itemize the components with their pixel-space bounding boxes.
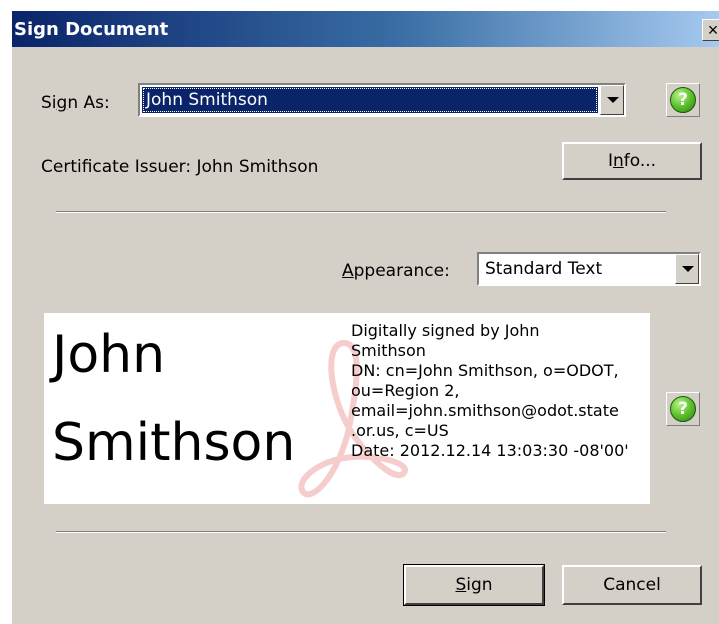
close-icon: × [707,20,719,40]
signature-detail-line: Date: 2012.12.14 13:03:30 -08'00' [351,441,629,460]
sign-document-dialog: Sign Document × Sign As: John Smithson ?… [11,10,719,624]
help-icon: ? [670,396,696,422]
signature-detail-line: DN: cn=John Smithson, o=ODOT, [351,361,619,380]
signature-first-name: John [52,325,166,385]
sign-as-dropdown[interactable]: John Smithson [138,83,626,117]
help-button-appearance[interactable]: ? [666,392,700,426]
close-button[interactable]: × [702,19,719,41]
signature-detail-line: .or.us, c=US [351,421,449,440]
signature-details: Digitally signed by John Smithson DN: cn… [351,321,650,461]
chevron-down-icon[interactable] [600,85,624,115]
help-icon: ? [670,87,696,113]
signature-last-name: Smithson [52,413,296,473]
sign-button[interactable]: Sign [403,564,545,606]
separator-top [56,211,666,213]
signature-detail-line: Digitally signed by John [351,321,540,340]
separator-bottom [56,531,666,533]
appearance-label: Appearance: [342,261,450,281]
title-bar[interactable]: Sign Document × [12,11,719,47]
info-button[interactable]: Info... [562,142,702,180]
chevron-down-icon[interactable] [675,254,699,284]
appearance-dropdown[interactable]: Standard Text [477,252,701,286]
signature-detail-line: email=john.smithson@odot.state [351,401,619,420]
signature-detail-line: Smithson [351,341,426,360]
sign-as-label: Sign As: [41,93,110,113]
help-button-sign-as[interactable]: ? [666,83,700,117]
dialog-title: Sign Document [14,19,169,40]
signature-detail-line: ou=Region 2, [351,381,460,400]
appearance-value: Standard Text [485,259,603,279]
sign-as-value: John Smithson [142,87,598,113]
certificate-issuer-text: Certificate Issuer: John Smithson [41,157,319,177]
cancel-button[interactable]: Cancel [562,565,702,605]
signature-preview: John Smithson Digitally signed by John S… [44,313,650,504]
